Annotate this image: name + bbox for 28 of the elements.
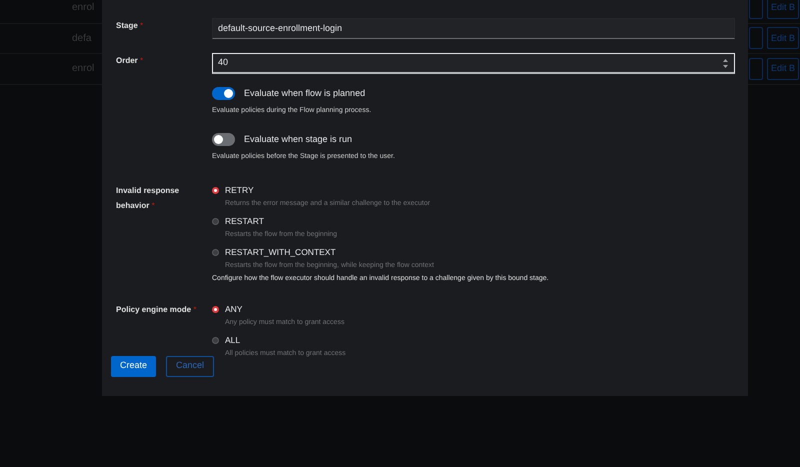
table-action-button[interactable]: Edit B <box>766 0 799 19</box>
radio-button[interactable] <box>212 218 219 225</box>
toggle-label: Evaluate when stage is run <box>244 133 352 146</box>
input-value: default-source-enrollment-login <box>218 22 342 35</box>
create-button[interactable]: Create <box>111 356 156 376</box>
radio-button[interactable] <box>212 306 219 312</box>
toggle-label: Evaluate when flow is planned <box>244 87 366 100</box>
radio-label: RETRY <box>225 184 254 197</box>
field-label: Policy engine mode * <box>116 304 196 314</box>
cancel-button[interactable]: Cancel <box>166 356 214 376</box>
radio-label: RESTART <box>225 215 264 228</box>
radio-button[interactable] <box>212 249 219 256</box>
field-label: Stage * <box>116 21 144 30</box>
input-value: 40 <box>218 56 228 70</box>
toggle-switch[interactable] <box>212 133 235 146</box>
radio-button[interactable] <box>212 187 219 194</box>
radio-label: RESTART_WITH_CONTEXT <box>225 246 336 259</box>
radio-label: ANY <box>225 302 242 316</box>
input-field[interactable]: default-source-enrollment-login <box>212 18 735 39</box>
radio-label: ALL <box>225 334 240 346</box>
table-action-button[interactable]: Edit B <box>766 58 799 80</box>
number-input-field[interactable]: 40 <box>212 53 735 74</box>
spinner-icon[interactable] <box>722 58 729 68</box>
toggle-switch[interactable] <box>212 87 235 100</box>
table-action-button[interactable]: Edit B <box>766 27 799 50</box>
field-label: Order * <box>116 56 144 65</box>
field-label: Invalid response behavior * <box>116 186 180 210</box>
radio-button[interactable] <box>212 336 219 344</box>
